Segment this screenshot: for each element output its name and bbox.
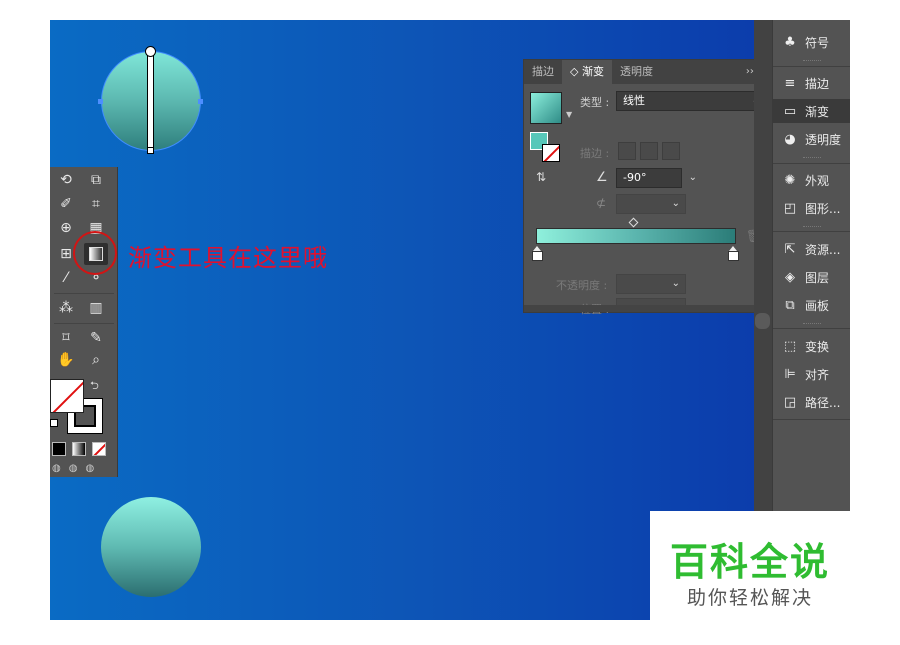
symbol-sprayer-tool-icon[interactable]: ⁂ [54,297,78,319]
scale-tool-icon[interactable]: ⧉ [84,169,108,191]
tab-stroke[interactable]: 描边 [524,60,562,84]
width-tool-icon[interactable]: ✐ [54,193,78,215]
angle-input[interactable]: -90° ⌄ [616,168,697,188]
type-select[interactable]: 线性⌄ [616,91,766,111]
fill-stroke-widget[interactable]: ⮌ [50,379,118,439]
dock-item-pathfinder[interactable]: ◲ 路径... [773,390,850,414]
eyedropper-tool-icon[interactable]: ⁄ [54,267,78,289]
stroke-within-button[interactable] [618,142,636,160]
angle-icon: ∠ [596,170,608,185]
tools-panel: ⟲ ⧉ ✐ ⌗ ⊕ ▦ ⊞ ⁄ ⚬ ⁂ ▥ ⌑ ✎ ✋ ⌕ ⮌ ◍ ◍ ◍ [50,167,118,477]
swap-fill-stroke-icon[interactable]: ⮌ [90,377,99,396]
club-icon: ♣ [784,34,796,50]
bounding-handle-right[interactable] [198,99,203,104]
artboards-icon: ⧉ [785,297,795,313]
draw-normal-icon[interactable]: ◍ [52,463,61,474]
rotate-tool-icon[interactable]: ⟲ [54,169,78,191]
gradient-panel: 描边 ◇ 渐变 透明度 ›› | ≡ ▼ ⇅ 类型 : 线性⌄ 描边 : ∠ -… [523,59,779,316]
lines-icon: ≡ [784,75,796,91]
gradient-stop-end[interactable] [728,246,739,261]
zoom-tool-icon[interactable]: ⌕ [84,349,108,371]
dock-item-transform[interactable]: ⬚ 变换 [773,334,850,358]
gradient-origin-handle[interactable] [145,46,156,57]
artboard-tool-icon[interactable]: ⌑ [54,327,78,349]
column-graph-tool-icon[interactable]: ▥ [84,297,108,319]
dock-item-assets[interactable]: ⇱ 资源... [773,237,850,261]
stroke-label: 描边 : [580,147,610,160]
align-icon: ⊫ [784,366,796,382]
gradient-stop-start[interactable] [532,246,543,261]
dock-item-transparency[interactable]: ◕ 透明度 [773,127,850,151]
stroke-along-button[interactable] [640,142,658,160]
fill-swatch[interactable] [50,379,84,413]
reverse-gradient-icon[interactable]: ⇅ [536,170,546,184]
tab-gradient[interactable]: ◇ 渐变 [562,60,612,84]
none-mode-button[interactable] [92,442,106,456]
opacity-input[interactable]: ⌄ [616,274,686,294]
dock-item-align[interactable]: ⊫ 对齐 [773,362,850,386]
color-mode-button[interactable] [52,442,66,456]
tab-transparency[interactable]: 透明度 [612,60,661,84]
dock-item-artboards[interactable]: ⧉ 画板 [773,293,850,317]
gradient-mode-button[interactable] [72,442,86,456]
dock-item-symbols[interactable]: ♣ 符号 [773,30,850,54]
watermark-title: 百科全说 [669,540,830,584]
slice-tool-icon[interactable]: ✎ [84,327,108,349]
transform-icon: ⬚ [783,338,797,354]
gradient-icon: ▭ [783,103,797,119]
gradient-annotator-bar[interactable] [147,51,154,151]
aspect-ratio-icon: ⊄ [596,196,607,210]
annotation-text: 渐变工具在这里哦 [128,244,328,272]
pathfinder-icon: ◲ [783,394,797,410]
gradient-swatch[interactable] [530,92,562,124]
sun-icon: ✺ [784,172,796,188]
midpoint-diamond[interactable] [628,217,639,228]
stroke-across-button[interactable] [662,142,680,160]
dock-item-appearance[interactable]: ✺ 外观 [773,168,850,192]
dock-item-stroke[interactable]: ≡ 描边 [773,71,850,95]
panel-resize-bar[interactable] [524,305,778,312]
free-transform-tool-icon[interactable]: ⌗ [84,193,108,215]
dock-item-gradient[interactable]: ▭ 渐变 [773,99,850,123]
export-icon: ⇱ [784,241,796,257]
graphic-styles-icon: ◰ [783,200,797,216]
hand-tool-icon[interactable]: ✋ [54,349,78,371]
gradient-end-handle[interactable] [147,147,154,154]
gradient-slider[interactable] [536,228,736,244]
gradient-tool-highlight-ring [73,231,117,275]
watermark-subtitle: 助你轻松解决 [686,587,813,609]
dock-scroll-handle[interactable] [755,313,770,329]
draw-behind-icon[interactable]: ◍ [69,463,78,474]
type-label: 类型 : [580,96,610,109]
dock-item-graphic-styles[interactable]: ◰ 图形... [773,196,850,220]
bounding-handle-left[interactable] [98,99,103,104]
layers-icon: ◈ [785,269,795,285]
watermark-logo: 百科全说 助你轻松解决 [650,511,850,620]
fill-stroke-mini[interactable] [530,132,562,164]
gradient-circle[interactable] [101,497,201,597]
aspect-ratio-input[interactable]: ⌄ [616,194,686,214]
shape-builder-tool-icon[interactable]: ⊕ [54,217,78,239]
draw-inside-icon[interactable]: ◍ [85,463,94,474]
default-fill-stroke-icon[interactable] [50,419,58,427]
swatch-dropdown-icon[interactable]: ▼ [566,110,572,119]
dock-item-layers[interactable]: ◈ 图层 [773,265,850,289]
circles-icon: ◕ [784,131,796,147]
opacity-label: 不透明度 : [556,279,608,292]
